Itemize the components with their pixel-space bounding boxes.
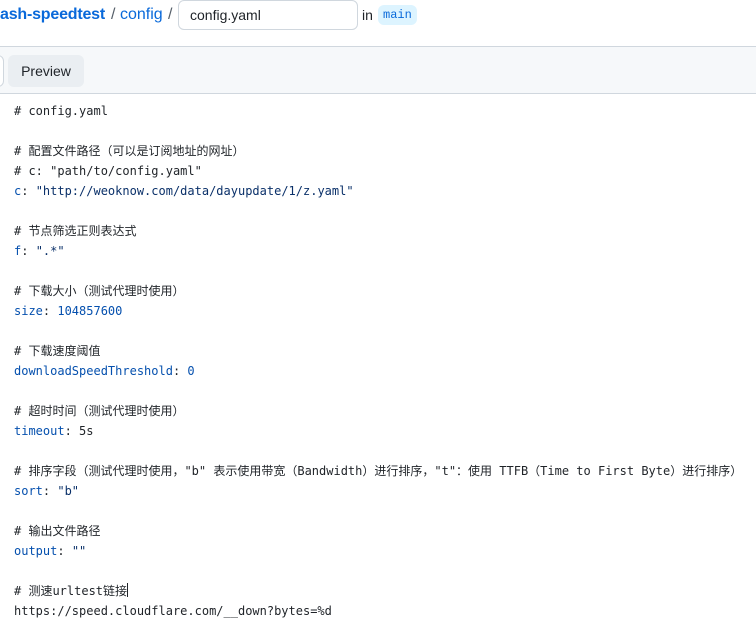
yaml-colon: : — [172, 364, 188, 378]
breadcrumb-separator: / — [168, 6, 173, 23]
code-line: output: "" — [14, 541, 756, 561]
branch-badge: main — [378, 5, 417, 25]
comment-text: # 节点筛选正则表达式 — [14, 224, 137, 238]
code-line: # 节点筛选正则表达式 — [14, 221, 756, 241]
plain-text: https://speed.cloudflare.com/__down?byte… — [14, 604, 332, 618]
file-path-bar: ash-speedtest / config / in main — [0, 0, 756, 47]
code-line: downloadSpeedThreshold: 0 — [14, 361, 756, 381]
code-line: # 配置文件路径（可以是订阅地址的网址） — [14, 141, 756, 161]
yaml-key: output — [14, 544, 58, 558]
comment-text: # 下载大小（测试代理时使用） — [14, 284, 185, 298]
comment-text: # config.yaml — [14, 104, 108, 118]
breadcrumb-separator: / — [111, 6, 116, 23]
code-line: timeout: 5s — [14, 421, 756, 441]
yaml-key: size — [14, 304, 43, 318]
tab-preview[interactable]: Preview — [8, 55, 84, 87]
yaml-colon: : — [21, 244, 36, 258]
tab-edit[interactable] — [0, 55, 4, 87]
comment-text: # 超时时间（测试代理时使用） — [14, 404, 185, 418]
comment-text: # 下载速度阈值 — [14, 344, 101, 358]
code-line: size: 104857600 — [14, 301, 756, 321]
text-cursor — [127, 583, 129, 597]
comment-text: # 输出文件路径 — [14, 524, 101, 538]
code-line: # config.yaml — [14, 101, 756, 121]
yaml-value: "b" — [57, 484, 80, 498]
yaml-value: 5s — [79, 424, 94, 438]
code-line: # 下载速度阈值 — [14, 341, 756, 361]
yaml-value: 104857600 — [57, 304, 123, 318]
code-line: https://speed.cloudflare.com/__down?byte… — [14, 601, 756, 621]
code-line: # 下载大小（测试代理时使用） — [14, 281, 756, 301]
code-line: # 排序字段（测试代理时使用，"b" 表示使用带宽（Bandwidth）进行排序… — [14, 461, 756, 481]
code-line: sort: "b" — [14, 481, 756, 501]
breadcrumb-repo-link[interactable]: ash-speedtest — [0, 5, 105, 25]
editor-tab-bar: Preview — [0, 47, 756, 94]
code-line: f: ".*" — [14, 241, 756, 261]
yaml-key: downloadSpeedThreshold — [14, 364, 173, 378]
comment-text: # 配置文件路径（可以是订阅地址的网址） — [14, 144, 245, 158]
code-line: # 输出文件路径 — [14, 521, 756, 541]
comment-text: # c: "path/to/config.yaml" — [14, 164, 202, 178]
code-line: c: "http://weoknow.com/data/dayupdate/1/… — [14, 181, 756, 201]
code-line: # c: "path/to/config.yaml" — [14, 161, 756, 181]
comment-text: # 测速urltest链接 — [14, 584, 128, 598]
code-line: # 超时时间（测试代理时使用） — [14, 401, 756, 421]
yaml-value: "http://weoknow.com/data/dayupdate/1/z.y… — [35, 184, 354, 198]
breadcrumb-folder-link[interactable]: config — [120, 5, 163, 25]
yaml-value: "" — [71, 544, 87, 558]
yaml-colon: : — [57, 544, 72, 558]
branch-in-label: in — [362, 7, 373, 23]
comment-text: # 排序字段（测试代理时使用，"b" 表示使用带宽（Bandwidth）进行排序… — [14, 464, 743, 478]
yaml-value: 0 — [187, 364, 195, 378]
yaml-colon: : — [21, 184, 36, 198]
yaml-key: sort — [14, 484, 43, 498]
code-line: # 测速urltest链接 — [14, 581, 756, 601]
yaml-colon: : — [42, 484, 58, 498]
code-editor[interactable]: # config.yaml # 配置文件路径（可以是订阅地址的网址） # c: … — [14, 101, 756, 621]
yaml-colon: : — [42, 304, 58, 318]
yaml-key: timeout — [14, 424, 65, 438]
yaml-value: ".*" — [35, 244, 65, 258]
filename-input[interactable] — [178, 0, 358, 30]
yaml-colon: : — [64, 424, 80, 438]
